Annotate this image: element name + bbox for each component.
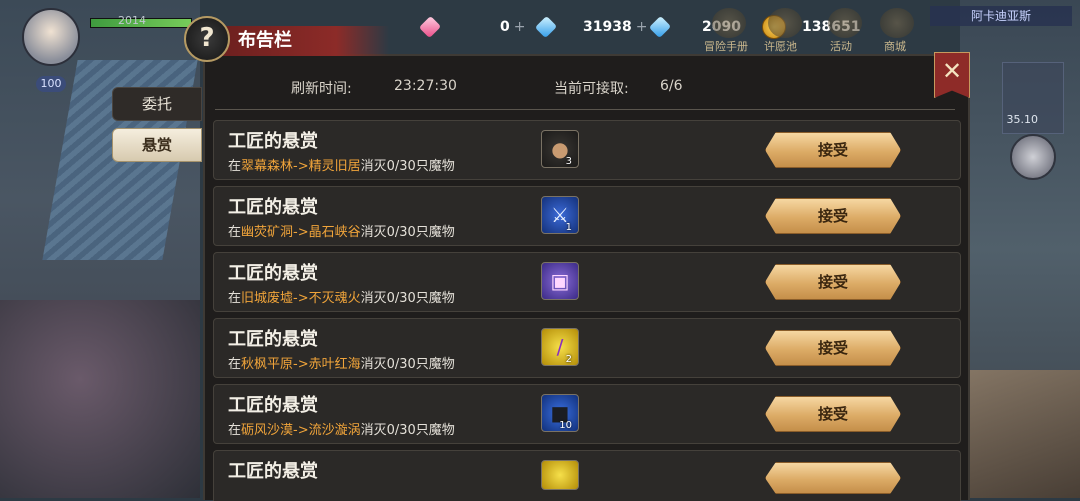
plus-icon[interactable]: + <box>514 19 526 35</box>
player-level: 100 <box>36 76 66 92</box>
location-name: 阿卡迪亚斯 <box>930 6 1072 26</box>
item-icon <box>542 461 578 489</box>
bounty-title: 工匠的悬赏 <box>228 395 318 416</box>
currency-locked-blue <box>648 14 672 40</box>
reward-item[interactable]: ■ 10 <box>541 394 579 432</box>
bag-icon: ● <box>551 137 569 161</box>
street-crowd <box>0 300 200 498</box>
refresh-time: 23:27:30 <box>394 78 457 94</box>
bounty-title: 工匠的悬赏 <box>228 263 318 284</box>
bounty-route: 秋枫平原->赤叶红海 <box>241 357 361 372</box>
menu-shop[interactable]: 商城 <box>884 38 906 54</box>
sword-icon: ⚔ <box>551 203 569 227</box>
bounty-description: 在旧城废墟->不灭魂火消灭0/30只魔物 <box>228 291 455 306</box>
menu-adventure-book[interactable]: 冒险手册 <box>704 38 748 54</box>
currency-blue <box>534 14 558 40</box>
activity-icon[interactable] <box>828 8 862 38</box>
help-icon[interactable]: ? <box>184 16 230 62</box>
bounty-description: 在幽荧矿洞->晶石峡谷消灭0/30只魔物 <box>228 225 455 240</box>
menu-activity[interactable]: 活动 <box>830 38 852 54</box>
scroll-icon: / <box>556 335 564 359</box>
top-hud: 100 2014 0+ 31938+ 2090 138651 冒险手册 许愿池 … <box>0 0 1080 92</box>
panel-header: 布告栏 ? <box>184 16 394 62</box>
ship-deck <box>960 370 1080 498</box>
bounty-title: 工匠的悬赏 <box>228 131 318 152</box>
tab-bounty[interactable]: 悬赏 <box>112 128 202 162</box>
bounty-row: 工匠的悬赏 在旧城废墟->不灭魂火消灭0/30只魔物 ▣ 接受 <box>213 252 961 312</box>
bulletin-board-panel: 刷新时间: 23:27:30 当前可接取: 6/6 工匠的悬赏 在翠幕森林->精… <box>203 54 970 501</box>
available-label: 当前可接取: <box>554 81 629 97</box>
bounty-route: 砺风沙漠->流沙漩涡 <box>241 423 361 438</box>
hp-value: 2014 <box>118 14 146 27</box>
tab-commission[interactable]: 委托 <box>112 87 202 121</box>
blue-gem-icon <box>534 15 558 39</box>
plus-icon[interactable]: + <box>636 19 648 35</box>
refresh-label: 刷新时间: <box>291 81 352 97</box>
bounty-row: 工匠的悬赏 在砺风沙漠->流沙漩涡消灭0/30只魔物 ■ 10 接受 <box>213 384 961 444</box>
reward-item[interactable]: ● 3 <box>541 130 579 168</box>
accept-button[interactable]: 接受 <box>765 396 901 432</box>
bounty-description: 在翠幕森林->精灵旧居消灭0/30只魔物 <box>228 159 455 174</box>
reward-item[interactable]: /2 <box>541 328 579 366</box>
adventure-book-icon[interactable] <box>712 8 746 38</box>
bounty-route: 翠幕森林->精灵旧居 <box>241 159 361 174</box>
accept-button[interactable] <box>765 462 901 494</box>
wishing-pool-icon[interactable] <box>768 8 802 38</box>
currency-blue-value[interactable]: 31938 + <box>583 14 647 40</box>
accept-button[interactable]: 接受 <box>765 132 901 168</box>
player-avatar[interactable] <box>22 8 80 66</box>
divider <box>215 109 955 110</box>
bounty-route: 旧城废墟->不灭魂火 <box>241 291 361 306</box>
bounty-title: 工匠的悬赏 <box>228 329 318 350</box>
bounty-description: 在秋枫平原->赤叶红海消灭0/30只魔物 <box>228 357 455 372</box>
available-value: 6/6 <box>660 78 683 94</box>
accept-button[interactable]: 接受 <box>765 198 901 234</box>
pink-gem-icon <box>418 15 442 39</box>
map-coordinate: 35.10 <box>1006 113 1039 126</box>
gift-box-icon: ▣ <box>550 269 570 293</box>
bounty-row: 工匠的悬赏 在幽荧矿洞->晶石峡谷消灭0/30只魔物 ⚔ 1 接受 <box>213 186 961 246</box>
accept-button[interactable]: 接受 <box>765 264 901 300</box>
npc-portrait[interactable] <box>1010 134 1056 180</box>
reward-item[interactable] <box>541 460 579 490</box>
bounty-title: 工匠的悬赏 <box>228 197 318 218</box>
currency-pink-value[interactable]: 0 + <box>500 14 525 40</box>
accept-button[interactable]: 接受 <box>765 330 901 366</box>
bounty-row: 工匠的悬赏 <box>213 450 961 501</box>
reward-item[interactable]: ⚔ 1 <box>541 196 579 234</box>
shop-icon[interactable] <box>880 8 914 38</box>
currency-pink <box>418 14 442 40</box>
bounty-description: 在砺风沙漠->流沙漩涡消灭0/30只魔物 <box>228 423 455 438</box>
reward-item[interactable]: ▣ <box>541 262 579 300</box>
locked-blue-gem-icon <box>648 15 672 39</box>
menu-wishing-pool[interactable]: 许愿池 <box>764 38 797 54</box>
panel-title: 布告栏 <box>214 26 389 56</box>
bounty-row: 工匠的悬赏 在秋枫平原->赤叶红海消灭0/30只魔物 /2 接受 <box>213 318 961 378</box>
bounty-route: 幽荧矿洞->晶石峡谷 <box>241 225 361 240</box>
bounty-title: 工匠的悬赏 <box>228 461 318 482</box>
bounty-row: 工匠的悬赏 在翠幕森林->精灵旧居消灭0/30只魔物 ● 3 接受 <box>213 120 961 180</box>
